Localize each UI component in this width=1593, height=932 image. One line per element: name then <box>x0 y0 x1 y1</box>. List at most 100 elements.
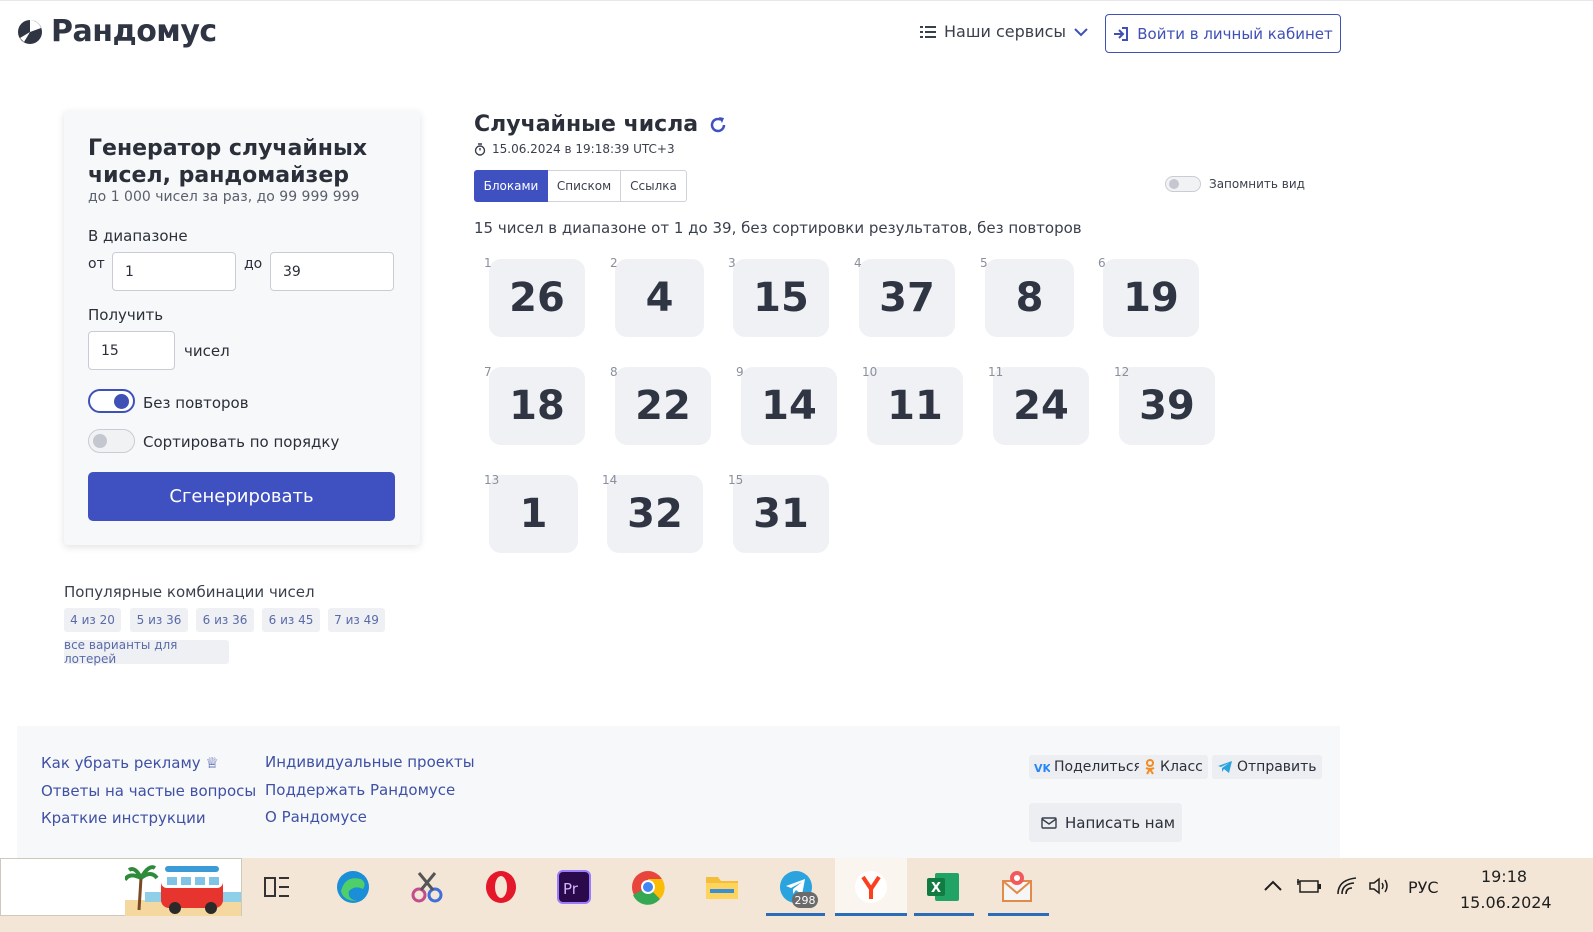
share-vk-button[interactable]: VK Поделиться <box>1029 755 1147 779</box>
number-index: 5 <box>980 256 988 270</box>
from-input[interactable]: 1 <box>112 252 236 291</box>
to-input[interactable]: 39 <box>270 252 394 291</box>
no-repeat-label: Без повторов <box>143 394 249 412</box>
number-block: 15 <box>733 259 829 337</box>
generate-button[interactable]: Сгенерировать <box>88 472 395 521</box>
share-vk-label: Поделиться <box>1054 759 1142 775</box>
generator-subtitle: до 1 000 чисел за раз, до 99 999 999 <box>88 189 360 205</box>
svg-text:Pr: Pr <box>563 880 579 898</box>
sort-toggle[interactable] <box>88 429 135 453</box>
footer-link-about[interactable]: О Рандомусе <box>265 808 367 826</box>
footer-link-faq[interactable]: Ответы на частые вопросы <box>41 782 256 800</box>
get-label: Получить <box>88 306 164 324</box>
remember-view[interactable]: Запомнить вид <box>1165 176 1305 192</box>
remember-view-label: Запомнить вид <box>1209 177 1305 191</box>
services-menu[interactable]: Наши сервисы <box>920 22 1088 41</box>
from-label: от <box>88 256 105 272</box>
login-button[interactable]: Войти в личный кабинет <box>1105 14 1341 53</box>
login-label: Войти в личный кабинет <box>1137 24 1333 43</box>
beach-van-illustration-icon <box>125 865 241 916</box>
number-block: 22 <box>615 367 711 445</box>
task-view-icon[interactable] <box>256 866 298 908</box>
write-us-button[interactable]: Написать нам <box>1029 803 1182 842</box>
tab-list[interactable]: Списком <box>548 170 621 202</box>
tab-link[interactable]: Ссылка <box>621 170 687 202</box>
no-repeat-toggle[interactable] <box>88 389 135 413</box>
count-input[interactable]: 15 <box>88 331 175 370</box>
number-index: 10 <box>862 365 878 379</box>
clock[interactable]: 19:18 15.06.2024 <box>1460 864 1552 916</box>
language-indicator[interactable]: РУС <box>1408 878 1439 897</box>
footer-link-support[interactable]: Поддержать Рандомусе <box>265 781 455 799</box>
telegram-icon <box>1218 761 1232 773</box>
results-summary: 15 чисел в диапазоне от 1 до 39, без сор… <box>474 219 1082 237</box>
battery-icon[interactable] <box>1296 878 1322 894</box>
footer-link-projects[interactable]: Индивидуальные проекты <box>265 753 475 771</box>
number-block: 24 <box>993 367 1089 445</box>
number-index: 11 <box>988 365 1004 379</box>
number-block: 26 <box>489 259 585 337</box>
opera-browser-icon[interactable] <box>480 866 522 908</box>
yandex-running-indicator <box>835 913 907 916</box>
results-timestamp: 15.06.2024 в 19:18:39 UTC+3 <box>492 142 675 156</box>
number-index: 3 <box>728 256 736 270</box>
number-block: 14 <box>741 367 837 445</box>
snipping-tool-icon[interactable] <box>406 866 448 908</box>
footer-link-remove-ads[interactable]: Как убрать рекламу ♕ <box>41 754 219 772</box>
chevron-down-icon <box>1074 27 1088 36</box>
write-us-label: Написать нам <box>1065 813 1176 832</box>
refresh-icon[interactable] <box>708 115 728 135</box>
count-unit: чисел <box>184 342 230 360</box>
file-explorer-icon[interactable] <box>701 866 743 908</box>
remember-view-toggle[interactable] <box>1165 176 1201 192</box>
login-icon <box>1114 26 1129 41</box>
telegram-running-indicator <box>766 913 825 916</box>
share-ok-label: Класс <box>1160 759 1203 775</box>
mail-app-icon[interactable] <box>996 866 1038 908</box>
share-ok-button[interactable]: Класс <box>1139 755 1208 779</box>
number-block: 37 <box>859 259 955 337</box>
footer-link-instructions[interactable]: Краткие инструкции <box>41 809 206 827</box>
taskbar: Pr 298 X РУС 19:18 15.06.2024 <box>0 858 1593 932</box>
chevron-up-icon[interactable] <box>1264 880 1282 892</box>
number-block: 32 <box>607 475 703 553</box>
chrome-browser-icon[interactable] <box>627 866 669 908</box>
popular-title: Популярные комбинации чисел <box>64 583 315 601</box>
odnoklassniki-icon <box>1145 759 1155 775</box>
results-timestamp-row: 15.06.2024 в 19:18:39 UTC+3 <box>474 142 675 156</box>
premiere-pro-icon[interactable]: Pr <box>553 866 595 908</box>
envelope-icon <box>1041 816 1057 829</box>
number-index: 8 <box>610 365 618 379</box>
number-block: 11 <box>867 367 963 445</box>
excel-running-indicator <box>914 913 974 916</box>
summary-suffix: , без сортировки результатов, без повтор… <box>731 219 1082 237</box>
edge-browser-icon[interactable] <box>332 866 374 908</box>
number-block: 18 <box>489 367 585 445</box>
excel-icon[interactable]: X <box>922 866 964 908</box>
share-telegram-button[interactable]: Отправить <box>1212 755 1322 779</box>
number-index: 13 <box>484 473 500 487</box>
chip-4-20[interactable]: 4 из 20 <box>64 608 121 632</box>
services-label: Наши сервисы <box>944 22 1067 41</box>
mail-running-indicator <box>988 913 1049 916</box>
summary-prefix: 15 чисел в диапазоне от 1 до 39 <box>474 219 732 237</box>
chip-6-45[interactable]: 6 из 45 <box>262 608 320 632</box>
number-index: 7 <box>484 365 492 379</box>
tab-blocks[interactable]: Блоками <box>474 170 548 202</box>
yandex-browser-icon[interactable] <box>850 866 892 908</box>
chip-7-49[interactable]: 7 из 49 <box>328 608 385 632</box>
number-index: 6 <box>1098 256 1106 270</box>
logo[interactable]: Рандомус <box>17 14 217 49</box>
top-border <box>0 0 1593 3</box>
number-index: 15 <box>728 473 744 487</box>
chip-6-36[interactable]: 6 из 36 <box>196 608 254 632</box>
generator-title: Генератор случайных чисел, рандомайзер <box>88 136 368 188</box>
chip-5-36[interactable]: 5 из 36 <box>130 608 188 632</box>
volume-icon[interactable] <box>1368 876 1392 896</box>
vk-icon: VK <box>1034 762 1050 773</box>
range-label: В диапазоне <box>88 227 188 245</box>
telegram-badge: 298 <box>792 892 818 908</box>
results-title: Случайные числа <box>474 112 699 137</box>
wifi-icon[interactable] <box>1336 876 1360 896</box>
chip-all-lotteries[interactable]: все варианты для лотерей <box>64 638 229 666</box>
